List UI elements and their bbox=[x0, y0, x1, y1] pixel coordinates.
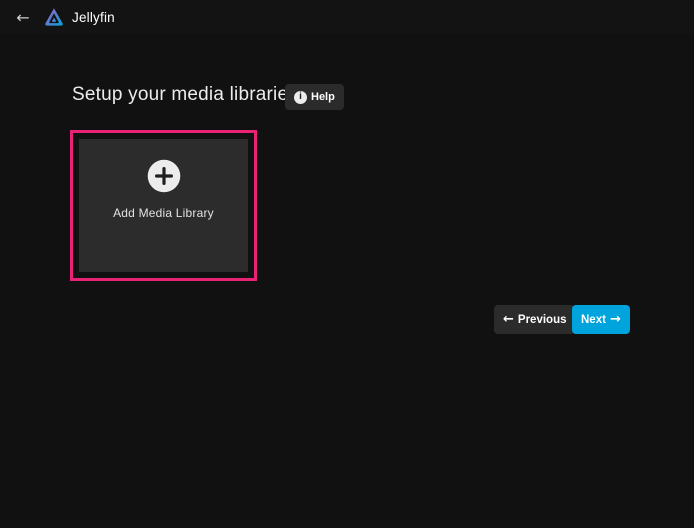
top-app-bar: ← Jellyfin bbox=[0, 0, 694, 34]
arrow-left-icon: ← bbox=[503, 313, 514, 326]
info-icon: i bbox=[294, 91, 307, 104]
page-title: Setup your media libraries bbox=[72, 84, 298, 106]
plus-icon bbox=[147, 159, 181, 193]
add-media-library-card[interactable]: Add Media Library bbox=[70, 130, 257, 281]
jellyfin-logo-icon bbox=[43, 6, 65, 28]
next-button[interactable]: Next → bbox=[572, 305, 630, 334]
help-button-label: Help bbox=[311, 91, 335, 103]
back-button[interactable]: ← bbox=[12, 6, 34, 28]
previous-button-label: Previous bbox=[518, 314, 567, 326]
help-button[interactable]: i Help bbox=[285, 84, 344, 110]
previous-button[interactable]: ← Previous bbox=[494, 305, 575, 334]
app-name: Jellyfin bbox=[72, 10, 115, 25]
jellyfin-setup-wizard-screen: ← Jellyfin Setup your media libraries i … bbox=[0, 0, 694, 528]
arrow-back-icon: ← bbox=[16, 8, 29, 27]
next-button-label: Next bbox=[581, 314, 606, 326]
arrow-right-icon: → bbox=[610, 313, 621, 326]
add-media-library-card-body: Add Media Library bbox=[79, 139, 248, 272]
jellyfin-logo: Jellyfin bbox=[43, 6, 115, 28]
add-media-library-label: Add Media Library bbox=[113, 206, 214, 220]
